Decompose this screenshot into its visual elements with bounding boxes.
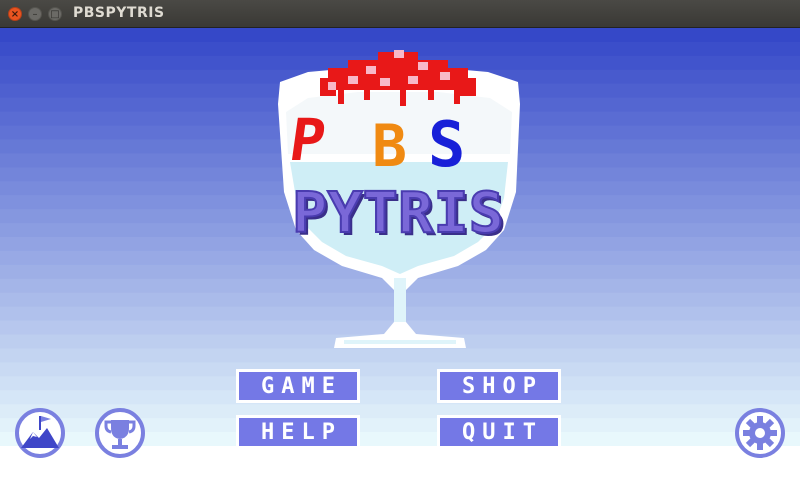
trophy-icon[interactable] bbox=[95, 408, 145, 458]
logo-pytris: PYTRIS bbox=[292, 181, 504, 246]
window-title: PBSPYTRIS bbox=[73, 5, 165, 21]
sky-band bbox=[0, 376, 800, 391]
sky-band bbox=[0, 362, 800, 377]
window-minimize-button[interactable]: – bbox=[28, 7, 42, 21]
game-button[interactable]: GAME bbox=[236, 369, 360, 403]
help-button[interactable]: HELP bbox=[236, 415, 360, 449]
gear-icon[interactable] bbox=[735, 408, 785, 458]
logo-letter-b: B bbox=[372, 112, 407, 180]
help-button-label: HELP bbox=[261, 419, 342, 445]
sky-band bbox=[0, 390, 800, 405]
quit-button-label: QUIT bbox=[462, 419, 543, 445]
game-button-label: GAME bbox=[261, 373, 342, 399]
sky-band bbox=[0, 28, 800, 43]
shop-button-label: SHOP bbox=[462, 373, 543, 399]
cup-stem bbox=[394, 278, 406, 322]
mountain-flag-icon[interactable] bbox=[15, 408, 65, 458]
logo-letter-s: S bbox=[428, 108, 465, 181]
window-titlebar: × – □ PBSPYTRIS bbox=[0, 0, 800, 28]
game-logo: P B S PYTRIS PYTRIS bbox=[278, 50, 520, 348]
shop-button[interactable]: SHOP bbox=[437, 369, 561, 403]
window-close-button[interactable]: × bbox=[8, 7, 22, 21]
game-screen: P B S PYTRIS PYTRIS GAME SHOP HELP QUIT bbox=[0, 28, 800, 478]
window-maximize-button[interactable]: □ bbox=[48, 7, 62, 21]
quit-button[interactable]: QUIT bbox=[437, 415, 561, 449]
cup-base bbox=[344, 340, 456, 344]
